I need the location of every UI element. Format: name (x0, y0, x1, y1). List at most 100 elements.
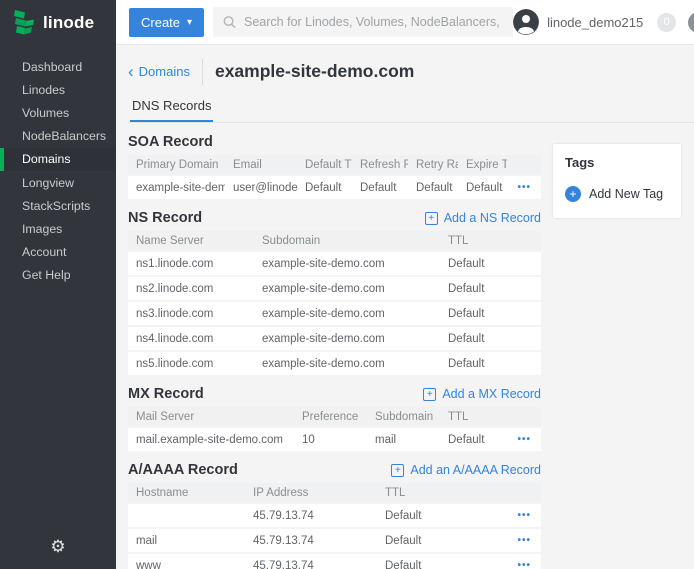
row-actions-button[interactable]: ••• (507, 560, 541, 569)
breadcrumb: ‹ Domains example-site-demo.com (128, 58, 694, 85)
sidebar: linode Dashboard Linodes Volumes NodeBal… (0, 0, 116, 569)
avatar-icon (513, 9, 539, 35)
mx-section-title: MX Record (128, 386, 204, 402)
ip-address-cell: 45.79.13.74 (245, 560, 377, 569)
refresh-rate-cell: Default (352, 182, 408, 194)
soa-section-header: SOA Record (128, 134, 541, 150)
user-menu[interactable]: linode_demo215 (513, 9, 643, 35)
subdomain-cell: example-site-demo.com (254, 258, 440, 270)
breadcrumb-back-link[interactable]: ‹ Domains (128, 63, 190, 80)
row-actions-button[interactable]: ••• (507, 434, 541, 445)
ns-table-row: ns2.linode.com example-site-demo.com Def… (128, 277, 541, 300)
ttl-cell: Default (377, 560, 507, 569)
sidebar-item-account[interactable]: Account (0, 241, 116, 264)
add-new-tag-button[interactable]: + Add New Tag (565, 186, 669, 202)
ttl-cell: Default (377, 535, 507, 547)
subdomain-cell: example-site-demo.com (254, 333, 440, 345)
name-server-cell: ns1.linode.com (128, 258, 254, 270)
subdomain-cell: example-site-demo.com (254, 283, 440, 295)
tags-title: Tags (565, 155, 669, 170)
sidebar-item-get-help[interactable]: Get Help (0, 264, 116, 287)
subdomain-cell: mail (367, 434, 440, 446)
ip-address-cell: 45.79.13.74 (245, 535, 377, 547)
column-header: Email (225, 159, 297, 171)
soa-section-title: SOA Record (128, 134, 213, 150)
records-column: SOA Record Primary Domain Email Default … (128, 123, 541, 569)
plus-circle-icon: + (565, 186, 581, 202)
content: ‹ Domains example-site-demo.com DNS Reco… (116, 45, 694, 569)
a-section-header: A/AAAA Record + Add an A/AAAA Record (128, 462, 541, 478)
column-header: TTL (377, 487, 507, 499)
ns-section-title: NS Record (128, 210, 202, 226)
linode-logo-icon (13, 9, 36, 36)
add-mx-record-button[interactable]: + Add a MX Record (423, 387, 541, 401)
hostname-cell: www (128, 560, 245, 569)
column-header: Name Server (128, 235, 254, 247)
subdomain-cell: example-site-demo.com (254, 358, 440, 370)
notification-count-badge[interactable]: 0 (657, 13, 676, 32)
logo-text: linode (43, 13, 94, 33)
column-header: Expire Time (458, 159, 507, 171)
ns-table-header: Name Server Subdomain TTL (128, 231, 541, 250)
search-input[interactable] (244, 15, 503, 29)
add-ns-record-button[interactable]: + Add a NS Record (425, 211, 541, 225)
ip-address-cell: 45.79.13.74 (245, 510, 377, 522)
a-section-title: A/AAAA Record (128, 462, 238, 478)
ttl-cell: Default (440, 434, 507, 446)
row-actions-button[interactable]: ••• (507, 182, 541, 193)
add-a-record-button[interactable]: + Add an A/AAAA Record (391, 463, 541, 477)
ttl-cell: Default (440, 258, 541, 270)
sidebar-item-nodebalancers[interactable]: NodeBalancers (0, 125, 116, 148)
column-header: TTL (440, 235, 541, 247)
top-bar: Create ▾ linode_demo215 0 (116, 0, 694, 45)
side-panel: Tags + Add New Tag (553, 123, 681, 569)
linode-logo[interactable]: linode (0, 0, 116, 45)
ttl-cell: Default (440, 358, 541, 370)
mx-table-header: Mail Server Preference Subdomain TTL (128, 407, 541, 426)
breadcrumb-divider (202, 59, 203, 85)
ns-section-header: NS Record + Add a NS Record (128, 210, 541, 226)
settings-gear-icon[interactable]: ⚙ (0, 537, 116, 557)
main-area: Create ▾ linode_demo215 0 (116, 0, 694, 569)
plus-box-icon: + (423, 388, 436, 401)
default-ttl-cell: Default (297, 182, 352, 194)
mail-server-cell: mail.example-site-demo.com (128, 434, 294, 446)
row-actions-button[interactable]: ••• (507, 510, 541, 521)
sidebar-item-stackscripts[interactable]: StackScripts (0, 194, 116, 217)
column-header: Refresh Rate (352, 159, 408, 171)
row-actions-button[interactable]: ••• (507, 535, 541, 546)
column-header: IP Address (245, 487, 377, 499)
column-header: Preference (294, 411, 367, 423)
create-button[interactable]: Create ▾ (129, 8, 204, 37)
tab-bar: DNS Records (128, 94, 694, 123)
sidebar-item-dashboard[interactable]: Dashboard (0, 55, 116, 78)
add-a-record-label: Add an A/AAAA Record (410, 463, 541, 477)
soa-table-header: Primary Domain Email Default TTL Refresh… (128, 155, 541, 174)
column-header: Default TTL (297, 159, 352, 171)
sidebar-item-volumes[interactable]: Volumes (0, 101, 116, 124)
add-ns-record-label: Add a NS Record (444, 211, 541, 225)
mx-table-row: mail.example-site-demo.com 10 mail Defau… (128, 428, 541, 451)
ns-table: Name Server Subdomain TTL ns1.linode.com… (128, 231, 541, 375)
tags-card: Tags + Add New Tag (553, 144, 681, 218)
soa-table-row: example-site-demo.com user@linode.com De… (128, 176, 541, 199)
add-new-tag-label: Add New Tag (589, 187, 663, 201)
sidebar-item-domains[interactable]: Domains (0, 148, 116, 171)
add-mx-record-label: Add a MX Record (442, 387, 541, 401)
notifications-button[interactable] (688, 12, 694, 33)
ttl-cell: Default (440, 283, 541, 295)
name-server-cell: ns2.linode.com (128, 283, 254, 295)
linode-cloud-manager: linode Dashboard Linodes Volumes NodeBal… (0, 0, 694, 569)
sidebar-item-longview[interactable]: Longview (0, 171, 116, 194)
breadcrumb-back-label: Domains (139, 64, 190, 79)
column-header: Retry Rate (408, 159, 458, 171)
plus-box-icon: + (391, 464, 404, 477)
global-search[interactable] (213, 7, 513, 37)
column-header: Primary Domain (128, 159, 225, 171)
plus-box-icon: + (425, 212, 438, 225)
a-table-header: Hostname IP Address TTL (128, 483, 541, 502)
subdomain-cell: example-site-demo.com (254, 308, 440, 320)
sidebar-item-images[interactable]: Images (0, 217, 116, 240)
tab-dns-records[interactable]: DNS Records (130, 94, 213, 122)
sidebar-item-linodes[interactable]: Linodes (0, 78, 116, 101)
